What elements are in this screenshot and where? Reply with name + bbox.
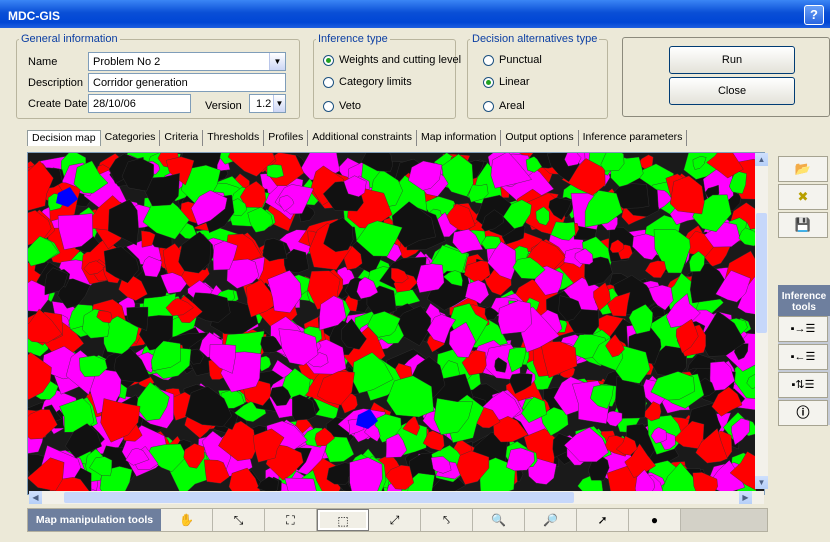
scroll-down-icon[interactable]: ▼ bbox=[755, 476, 768, 489]
vertical-scrollbar[interactable]: ▲ ▼ bbox=[755, 153, 768, 489]
map-region[interactable] bbox=[284, 477, 318, 494]
identify-icon[interactable]: ➚ bbox=[577, 509, 629, 531]
map-canvas[interactable] bbox=[28, 153, 764, 494]
radio-category-limits[interactable]: Category limits bbox=[323, 76, 412, 88]
full-extent-icon[interactable]: ⛶ bbox=[265, 509, 317, 531]
radio-label: Category limits bbox=[339, 76, 412, 88]
map-region[interactable] bbox=[644, 260, 667, 278]
radio-linear[interactable]: Linear bbox=[483, 76, 530, 88]
inference-tools-title: Inference tools bbox=[778, 285, 830, 316]
create-date-field[interactable]: 28/10/06 bbox=[88, 94, 191, 113]
tab-decision-map[interactable]: Decision map bbox=[27, 130, 101, 146]
tab-thresholds[interactable]: Thresholds bbox=[203, 130, 265, 146]
open-folder-icon[interactable]: 📂 bbox=[778, 156, 828, 182]
title-bar: MDC-GIS bbox=[0, 0, 830, 28]
radio-dot bbox=[323, 54, 334, 66]
tab-criteria[interactable]: Criteria bbox=[160, 130, 204, 146]
version-value: 1.2 bbox=[256, 98, 272, 110]
window-title: MDC-GIS bbox=[8, 9, 60, 23]
radio-label: Areal bbox=[499, 100, 525, 112]
close-button[interactable]: Close bbox=[669, 77, 795, 105]
zoom-in-icon[interactable]: 🔎 bbox=[525, 509, 577, 531]
radio-label: Weights and cutting level bbox=[339, 54, 462, 66]
inference-tools-panel: Inference tools ▪→☰ ▪←☰ ▪⇅☰ ⓘ bbox=[778, 285, 830, 426]
radio-dot bbox=[323, 100, 334, 112]
radio-label: Veto bbox=[339, 100, 362, 112]
tab-bar: Decision map Categories Criteria Thresholds… bbox=[27, 130, 688, 148]
radio-weights[interactable]: Weights and cutting level bbox=[323, 54, 461, 66]
info-icon[interactable]: ⓘ bbox=[778, 400, 828, 426]
scroll-thumb-h[interactable] bbox=[64, 492, 574, 503]
swap-list-icon[interactable]: ▪⇅☰ bbox=[778, 372, 828, 398]
chevron-down-icon[interactable]: ▼ bbox=[269, 53, 285, 70]
radio-punctual[interactable]: Punctual bbox=[483, 54, 542, 66]
scroll-thumb[interactable] bbox=[756, 213, 767, 333]
tab-additional-constraints[interactable]: Additional constraints bbox=[308, 130, 418, 146]
name-label: Name bbox=[28, 56, 58, 68]
name-combo[interactable]: Problem No 2 ▼ bbox=[88, 52, 286, 71]
help-button[interactable]: ? bbox=[804, 5, 824, 25]
tab-output-options[interactable]: Output options bbox=[501, 130, 579, 146]
radio-dot bbox=[483, 76, 494, 88]
create-date-label: Create Date bbox=[28, 98, 88, 110]
expand-icon[interactable]: ⤣ bbox=[421, 509, 473, 531]
shrink-icon[interactable]: ⤢ bbox=[369, 509, 421, 531]
radio-veto[interactable]: Veto bbox=[323, 100, 361, 112]
radio-dot bbox=[323, 76, 334, 88]
radio-areal[interactable]: Areal bbox=[483, 100, 525, 112]
clear-icon[interactable]: ✖ bbox=[778, 184, 828, 210]
description-field[interactable]: Corridor generation bbox=[88, 73, 286, 92]
inference-type-legend: Inference type bbox=[318, 33, 388, 45]
radio-label: Punctual bbox=[499, 54, 542, 66]
toolbar-title: Map manipulation tools bbox=[28, 509, 161, 531]
version-label: Version bbox=[205, 100, 242, 112]
description-label: Description bbox=[28, 77, 84, 89]
pan-icon[interactable]: ✋ bbox=[161, 509, 213, 531]
zoom-extent-icon[interactable]: ⤡ bbox=[213, 509, 265, 531]
scroll-up-icon[interactable]: ▲ bbox=[755, 153, 768, 166]
scroll-right-icon[interactable]: ▶ bbox=[739, 491, 752, 504]
forward-list-icon[interactable]: ▪→☰ bbox=[778, 316, 828, 342]
chevron-down-icon[interactable]: ▼ bbox=[273, 95, 285, 112]
horizontal-scrollbar[interactable]: ◀ ▶ bbox=[29, 491, 764, 504]
select-icon[interactable]: ⬚ bbox=[317, 509, 369, 531]
general-info-legend: General information bbox=[21, 33, 118, 45]
decision-map[interactable] bbox=[27, 152, 765, 495]
version-combo[interactable]: 1.2 ▼ bbox=[249, 94, 286, 113]
map-region[interactable] bbox=[349, 457, 383, 494]
tab-inference-parameters[interactable]: Inference parameters bbox=[579, 130, 688, 146]
tab-map-information[interactable]: Map information bbox=[417, 130, 502, 146]
run-button[interactable]: Run bbox=[669, 46, 795, 74]
tab-profiles[interactable]: Profiles bbox=[264, 130, 309, 146]
zoom-out-icon[interactable]: 🔍 bbox=[473, 509, 525, 531]
radio-label: Linear bbox=[499, 76, 530, 88]
scroll-left-icon[interactable]: ◀ bbox=[29, 491, 42, 504]
name-value: Problem No 2 bbox=[93, 56, 161, 68]
tab-categories[interactable]: Categories bbox=[101, 130, 161, 146]
save-icon[interactable]: 💾 bbox=[778, 212, 828, 238]
radio-dot bbox=[483, 54, 494, 66]
map-region[interactable] bbox=[266, 164, 285, 179]
decision-type-legend: Decision alternatives type bbox=[472, 33, 598, 45]
radio-dot bbox=[483, 100, 494, 112]
backward-list-icon[interactable]: ▪←☰ bbox=[778, 344, 828, 370]
map-toolbar: Map manipulation tools ✋ ⤡ ⛶ ⬚ ⤢ ⤣ 🔍 🔎 ➚… bbox=[27, 508, 768, 532]
globe-icon[interactable]: ● bbox=[629, 509, 681, 531]
file-tools-panel: 📂 ✖ 💾 bbox=[778, 156, 830, 240]
